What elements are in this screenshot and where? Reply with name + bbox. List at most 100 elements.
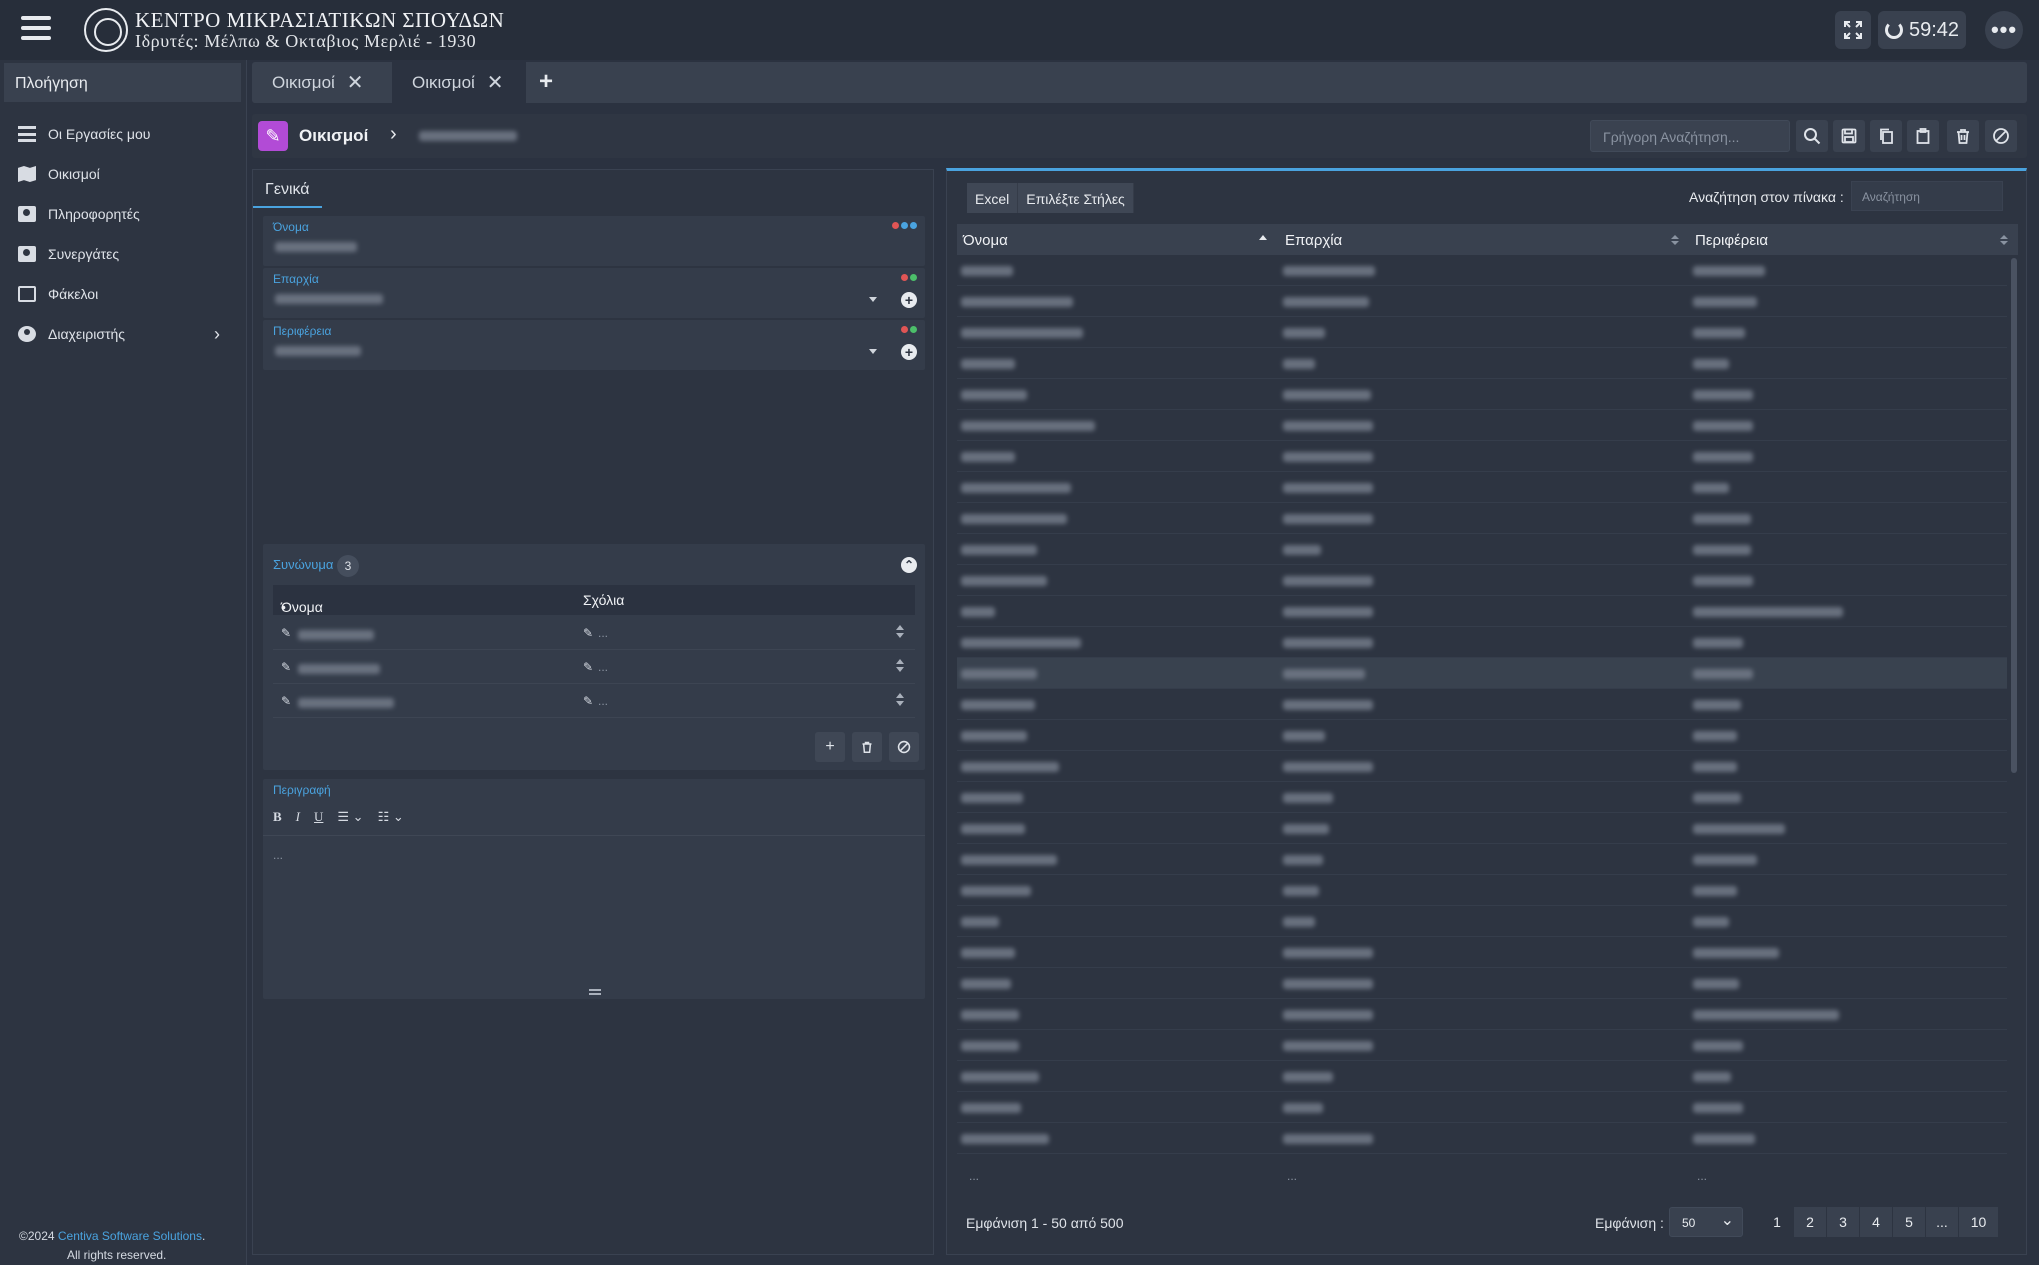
table-row[interactable] [957, 255, 2007, 286]
table-row[interactable] [957, 348, 2007, 379]
underline-button[interactable]: U [314, 809, 323, 825]
synonym-row[interactable]: ✎ ✎ ... [273, 684, 915, 718]
page-button-1[interactable]: 1 [1761, 1207, 1794, 1237]
name-field[interactable]: Όνομα [263, 216, 925, 266]
collapse-icon[interactable]: ⌃ [901, 557, 917, 573]
synonym-row[interactable]: ✎ ✎ ... [273, 616, 915, 650]
page-button-5[interactable]: 5 [1893, 1207, 1926, 1237]
table-row[interactable] [957, 472, 2007, 503]
table-row[interactable] [957, 813, 2007, 844]
table-row[interactable] [957, 565, 2007, 596]
table-row[interactable] [957, 1030, 2007, 1061]
pencil-icon[interactable]: ✎ [583, 660, 593, 674]
table-row[interactable] [957, 999, 2007, 1030]
page-button-2[interactable]: 2 [1794, 1207, 1827, 1237]
table-row[interactable] [957, 844, 2007, 875]
drag-handle-icon[interactable] [895, 659, 905, 673]
choose-columns-button[interactable]: Επιλέξτε Στήλες [1018, 183, 1134, 213]
pencil-icon[interactable]: ✎ [281, 660, 291, 674]
table-row[interactable] [957, 534, 2007, 565]
sidebar-item-folders[interactable]: Φάκελοι [18, 283, 228, 305]
filter-placeholder[interactable]: ... [969, 1169, 979, 1183]
search-button[interactable] [1796, 120, 1828, 152]
table-row[interactable] [957, 720, 2007, 751]
sidebar-item-admin[interactable]: Διαχειριστής › [18, 323, 228, 345]
quick-search-input[interactable]: Γρήγορη Αναζήτηση... [1590, 120, 1790, 152]
pencil-icon[interactable]: ✎ [583, 626, 593, 640]
table-row[interactable] [957, 937, 2007, 968]
table-row[interactable] [957, 317, 2007, 348]
cancel-button[interactable] [1985, 120, 2017, 152]
bold-button[interactable]: B [273, 809, 282, 825]
region-field[interactable]: Περιφέρεια + [263, 320, 925, 370]
save-button[interactable] [1833, 120, 1865, 152]
column-header-name[interactable]: Όνομα [957, 224, 1279, 255]
add-synonym-button[interactable]: + [815, 732, 845, 762]
page-button-3[interactable]: 3 [1827, 1207, 1860, 1237]
menu-icon[interactable] [21, 16, 51, 42]
tab-settlements-1[interactable]: Οικισμοί ✕ [252, 62, 387, 103]
delete-synonym-button[interactable] [852, 732, 882, 762]
delete-button[interactable] [1947, 120, 1979, 152]
table-row[interactable] [957, 689, 2007, 720]
pencil-icon[interactable]: ✎ [281, 694, 291, 708]
close-icon[interactable]: ✕ [487, 70, 504, 95]
table-row[interactable] [957, 379, 2007, 410]
sidebar-item-informants[interactable]: Πληροφορητές [18, 203, 228, 225]
footer-company-link[interactable]: Centiva Software Solutions [58, 1229, 202, 1243]
vertical-scrollbar[interactable] [2011, 258, 2017, 773]
resize-handle-icon[interactable] [589, 989, 601, 995]
table-row[interactable] [957, 968, 2007, 999]
page-button-4[interactable]: 4 [1860, 1207, 1893, 1237]
table-row[interactable] [957, 441, 2007, 472]
column-header-province[interactable]: Επαρχία [1279, 224, 1689, 255]
table-row[interactable] [957, 1092, 2007, 1123]
synonym-row[interactable]: ✎ ✎ ... [273, 650, 915, 684]
bullet-list-icon[interactable]: ☰ ⌄ [337, 809, 363, 825]
page-title[interactable]: Οικισμοί [299, 126, 368, 146]
table-row[interactable] [957, 875, 2007, 906]
table-row[interactable] [957, 286, 2007, 317]
close-icon[interactable]: ✕ [347, 70, 364, 95]
drag-handle-icon[interactable] [895, 693, 905, 707]
sidebar-item-settlements[interactable]: Οικισμοί [18, 163, 228, 185]
copy-button[interactable] [1870, 120, 1902, 152]
table-row[interactable] [957, 782, 2007, 813]
paste-button[interactable] [1907, 120, 1939, 152]
filter-placeholder[interactable]: ... [1287, 1169, 1297, 1183]
page-size-select[interactable]: 50 [1669, 1207, 1743, 1237]
table-row[interactable] [957, 503, 2007, 534]
table-row[interactable] [957, 596, 2007, 627]
cancel-synonym-button[interactable] [889, 732, 919, 762]
table-row[interactable] [957, 1123, 2007, 1154]
italic-button[interactable]: I [296, 809, 300, 825]
sidebar-item-collaborators[interactable]: Συνεργάτες [18, 243, 228, 265]
more-options-button[interactable]: ••• [1985, 11, 2023, 49]
add-circle-icon[interactable]: + [901, 344, 917, 360]
tab-settlements-2[interactable]: Οικισμοί ✕ [392, 62, 526, 103]
table-row[interactable] [957, 627, 2007, 658]
table-row[interactable] [957, 658, 2007, 689]
table-row[interactable] [957, 1061, 2007, 1092]
dropdown-caret-icon[interactable] [869, 349, 877, 354]
pencil-icon[interactable]: ✎ [281, 626, 291, 640]
table-row[interactable] [957, 751, 2007, 782]
column-header-region[interactable]: Περιφέρεια [1689, 224, 2018, 255]
add-circle-icon[interactable]: + [901, 292, 917, 308]
excel-button[interactable]: Excel [967, 183, 1019, 213]
drag-handle-icon[interactable] [895, 625, 905, 639]
session-timer[interactable]: 59:42 [1878, 11, 1966, 49]
tab-general[interactable]: Γενικά [253, 170, 322, 208]
add-tab-button[interactable]: + [539, 68, 553, 96]
pencil-icon[interactable]: ✎ [583, 694, 593, 708]
fullscreen-button[interactable] [1835, 11, 1871, 49]
dropdown-caret-icon[interactable] [869, 297, 877, 302]
description-textarea[interactable]: ... [263, 835, 925, 999]
sidebar-item-my-tasks[interactable]: Οι Εργασίες μου [18, 123, 228, 145]
table-row[interactable] [957, 410, 2007, 441]
page-button-10[interactable]: 10 [1959, 1207, 1999, 1237]
table-row[interactable] [957, 906, 2007, 937]
language-dots[interactable] [892, 222, 917, 229]
filter-placeholder[interactable]: ... [1697, 1169, 1707, 1183]
province-field[interactable]: Επαρχία + [263, 268, 925, 318]
